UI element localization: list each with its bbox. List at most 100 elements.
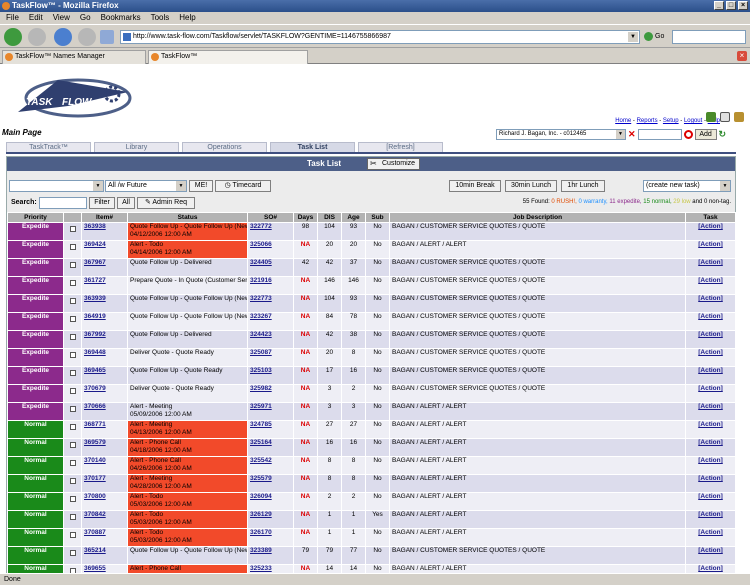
column-header[interactable]: Item# [81, 212, 128, 223]
forward-icon[interactable] [28, 28, 46, 46]
new-task-select[interactable]: (create new task) [643, 180, 731, 192]
row-checkbox[interactable] [69, 388, 76, 394]
stop-icon[interactable] [78, 28, 96, 46]
go-button[interactable]: Go [644, 32, 664, 41]
action-link[interactable]: [Action] [698, 224, 723, 231]
action-link[interactable]: [Action] [698, 530, 723, 537]
mail-icon[interactable] [720, 112, 730, 122]
item-link[interactable]: 369465 [84, 368, 106, 375]
url-dropdown-icon[interactable]: ▼ [628, 32, 638, 42]
break-button[interactable]: 10min Break [449, 180, 501, 192]
filter-select-1[interactable] [9, 180, 104, 192]
browser-tab-names-manager[interactable]: TaskFlow™ Names Manager [2, 50, 146, 64]
so-link[interactable]: 323389 [250, 548, 272, 555]
so-link[interactable]: 324423 [250, 332, 272, 339]
so-link[interactable]: 325087 [250, 350, 272, 357]
action-link[interactable]: [Action] [698, 332, 723, 339]
item-link[interactable]: 370177 [84, 476, 106, 483]
row-checkbox[interactable] [69, 298, 76, 304]
clear-icon[interactable]: ✕ [628, 129, 636, 140]
item-link[interactable]: 368771 [84, 422, 106, 429]
item-link[interactable]: 369579 [84, 440, 106, 447]
row-checkbox[interactable] [69, 514, 76, 520]
row-checkbox[interactable] [69, 478, 76, 484]
item-link[interactable]: 370800 [84, 494, 106, 501]
row-checkbox[interactable] [69, 262, 76, 268]
action-link[interactable]: [Action] [698, 476, 723, 483]
row-checkbox[interactable] [69, 280, 76, 286]
home-link[interactable]: Home [615, 118, 631, 124]
tab-tasktrack[interactable]: TaskTrack™ [6, 142, 91, 152]
menu-edit[interactable]: Edit [29, 12, 43, 24]
row-checkbox[interactable] [69, 460, 76, 466]
action-link[interactable]: [Action] [698, 548, 723, 555]
customize-button[interactable]: Customize [367, 158, 421, 170]
action-link[interactable]: [Action] [698, 512, 723, 519]
action-link[interactable]: [Action] [698, 368, 723, 375]
close-button[interactable]: × [738, 1, 748, 10]
row-checkbox[interactable] [69, 406, 76, 412]
close-tab-icon[interactable]: × [737, 51, 747, 61]
so-link[interactable]: 325982 [250, 386, 272, 393]
action-link[interactable]: [Action] [698, 278, 723, 285]
so-link[interactable]: 324785 [250, 422, 272, 429]
action-link[interactable]: [Action] [698, 458, 723, 465]
menu-file[interactable]: File [6, 12, 19, 24]
action-link[interactable]: [Action] [698, 260, 723, 267]
item-link[interactable]: 367967 [84, 260, 106, 267]
so-link[interactable]: 325103 [250, 368, 272, 375]
menu-help[interactable]: Help [179, 12, 195, 24]
menu-tools[interactable]: Tools [151, 12, 170, 24]
action-link[interactable]: [Action] [698, 296, 723, 303]
column-header[interactable]: Priority [7, 212, 64, 223]
so-link[interactable]: 325971 [250, 404, 272, 411]
action-link[interactable]: [Action] [698, 314, 723, 321]
tab-operations[interactable]: Operations [182, 142, 267, 152]
so-link[interactable]: 321916 [250, 278, 272, 285]
add-button[interactable]: Add [694, 128, 717, 140]
menu-bookmarks[interactable]: Bookmarks [101, 12, 141, 24]
item-link[interactable]: 367992 [84, 332, 106, 339]
admin-req-button[interactable]: ✎ Admin Req [137, 197, 195, 209]
row-checkbox[interactable] [69, 442, 76, 448]
tab-library[interactable]: Library [94, 142, 179, 152]
action-link[interactable]: [Action] [698, 566, 723, 573]
item-link[interactable]: 370666 [84, 404, 106, 411]
me-button[interactable]: ME! [189, 180, 213, 192]
so-link[interactable]: 326170 [250, 530, 272, 537]
lunch1-button[interactable]: 1hr Lunch [561, 180, 605, 192]
reports-link[interactable]: Reports [637, 118, 658, 124]
item-link[interactable]: 370887 [84, 530, 106, 537]
item-link[interactable]: 363939 [84, 296, 106, 303]
menu-view[interactable]: View [53, 12, 70, 24]
row-checkbox[interactable] [69, 532, 76, 538]
menu-go[interactable]: Go [80, 12, 91, 24]
item-link[interactable]: 364919 [84, 314, 106, 321]
filter-select-2[interactable]: All /w Future [105, 180, 187, 192]
row-checkbox[interactable] [69, 496, 76, 502]
column-header[interactable]: DIS [317, 212, 342, 223]
item-link[interactable]: 370842 [84, 512, 106, 519]
tree-icon[interactable] [706, 112, 716, 122]
search-input[interactable] [39, 197, 87, 209]
account-input[interactable] [637, 128, 682, 140]
tab-refresh[interactable]: [Refresh] [358, 142, 443, 152]
all-button[interactable]: All [117, 197, 135, 209]
minimize-button[interactable]: _ [714, 1, 724, 10]
so-link[interactable]: 325066 [250, 242, 272, 249]
action-link[interactable]: [Action] [698, 386, 723, 393]
column-header[interactable]: Task [685, 212, 736, 223]
item-link[interactable]: 370140 [84, 458, 106, 465]
column-header[interactable]: SO# [247, 212, 294, 223]
column-header[interactable]: Age [341, 212, 366, 223]
so-link[interactable]: 322773 [250, 296, 272, 303]
help-icon[interactable] [734, 112, 744, 122]
item-link[interactable]: 361727 [84, 278, 106, 285]
so-link[interactable]: 326129 [250, 512, 272, 519]
so-link[interactable]: 322772 [250, 224, 272, 231]
home-icon[interactable] [100, 30, 114, 44]
so-link[interactable]: 325542 [250, 458, 272, 465]
so-link[interactable]: 326094 [250, 494, 272, 501]
so-link[interactable]: 323267 [250, 314, 272, 321]
row-checkbox[interactable] [69, 334, 76, 340]
